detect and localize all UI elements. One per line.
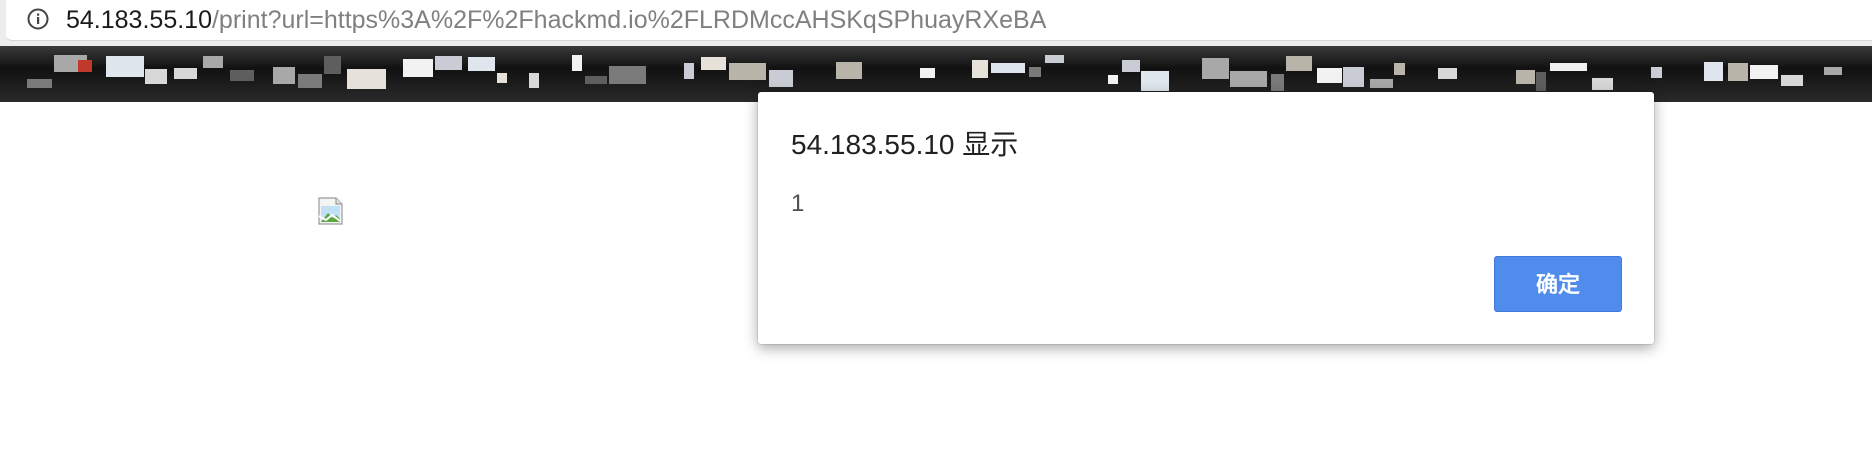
pixelated-block [230, 70, 254, 81]
pixelated-block [572, 55, 582, 71]
pixelated-block [836, 62, 862, 79]
pixelated-block [1704, 62, 1723, 81]
pixelated-block [1536, 72, 1546, 91]
pixelated-block [1343, 67, 1364, 87]
pixelated-block [701, 57, 726, 70]
pixelated-block [1122, 60, 1140, 72]
pixelated-block [435, 56, 462, 70]
pixelated-block [1230, 71, 1267, 87]
pixelated-block [468, 57, 495, 71]
pixelated-block [203, 56, 223, 68]
pixelated-block [529, 73, 539, 88]
pixelated-block [1516, 70, 1535, 84]
pixelated-block [1728, 63, 1748, 81]
pixelated-block [347, 69, 386, 89]
broken-image-icon [318, 197, 343, 225]
pixelated-block [1029, 67, 1041, 77]
pixelated-block [324, 56, 341, 74]
pixelated-block [1141, 71, 1169, 91]
pixelated-block [1286, 56, 1312, 71]
ok-button[interactable]: 确定 [1494, 256, 1622, 312]
pixelated-block [729, 63, 766, 80]
pixelated-block [1781, 75, 1803, 86]
pixelated-block [1438, 68, 1457, 79]
pixelated-block [1824, 67, 1842, 75]
pixelated-block [174, 68, 197, 79]
pixelated-block [1271, 74, 1284, 91]
pixelated-block [1394, 63, 1405, 75]
pixelated-block [769, 70, 793, 87]
pixelated-block [403, 59, 433, 77]
dialog-title: 54.183.55.10 显示 [791, 129, 1019, 160]
pixelated-block [991, 63, 1025, 73]
pixelated-block [585, 76, 607, 84]
pixelated-block [1108, 75, 1118, 84]
info-icon[interactable] [27, 8, 49, 30]
pixelated-block [273, 67, 295, 84]
pixelated-block [1550, 63, 1587, 71]
alert-dialog: 54.183.55.10 显示 1 确定 [758, 92, 1654, 344]
dialog-message: 1 [791, 190, 805, 217]
pixelated-block [920, 68, 935, 78]
pixelated-block [609, 66, 646, 84]
pixelated-block [684, 63, 694, 79]
pixelated-block [1370, 79, 1393, 88]
pixelated-block [1202, 58, 1229, 79]
url-text[interactable]: 54.183.55.10/print?url=https%3A%2F%2Fhac… [66, 6, 1046, 34]
pixelated-block [106, 56, 144, 77]
pixelated-block [1045, 55, 1064, 63]
pixelated-block [78, 60, 92, 72]
pixelated-block [1750, 65, 1778, 79]
pixelated-block [1317, 68, 1342, 83]
pixelated-block [298, 74, 322, 88]
pixelated-block [145, 69, 167, 84]
url-host: 54.183.55.10 [66, 6, 212, 34]
pixelated-block [27, 79, 52, 88]
url-path: /print?url=https%3A%2F%2Fhackmd.io%2FLRD… [211, 6, 1047, 34]
address-bar: 54.183.55.10/print?url=https%3A%2F%2Fhac… [0, 0, 1872, 46]
pixelated-block [1651, 67, 1662, 78]
url-box[interactable]: 54.183.55.10/print?url=https%3A%2F%2Fhac… [6, 0, 1872, 41]
pixelated-block [972, 60, 988, 78]
pixelated-block [497, 73, 507, 83]
pixelated-block [1592, 78, 1613, 90]
